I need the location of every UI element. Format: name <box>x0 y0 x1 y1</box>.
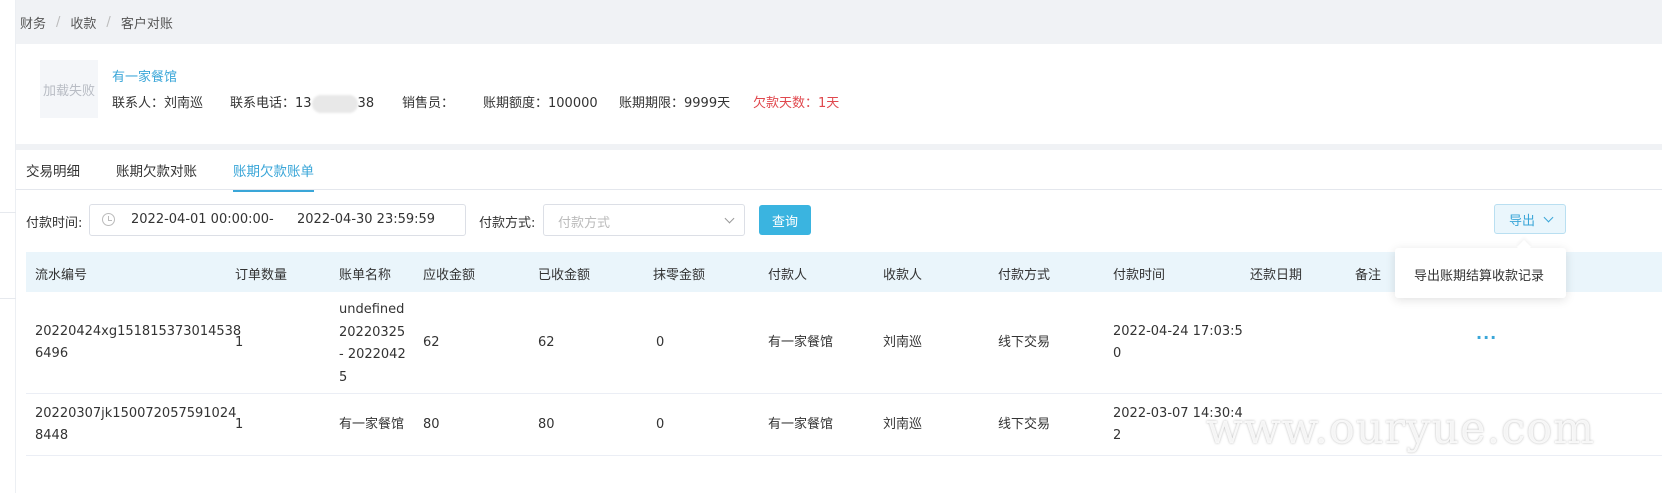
pay-time-label: 付款时间: <box>26 216 83 231</box>
left-sidebar-edge <box>0 0 16 493</box>
table-row: 20220424xg151815373014538 6496 1 undefin… <box>26 292 1662 394</box>
chevron-down-icon <box>1543 212 1554 223</box>
col-rounding: 抹零金额 <box>653 268 706 283</box>
export-button[interactable]: 导出 <box>1494 204 1566 234</box>
tab-credit-bill[interactable]: 账期欠款账单 <box>233 160 314 192</box>
cell-serial: 20220424xg151815373014538 6496 <box>35 324 242 361</box>
credit-limit: 账期额度：100000 <box>483 96 598 111</box>
customer-name-link[interactable]: 有一家餐馆 <box>112 66 177 85</box>
tab-transaction-details[interactable]: 交易明细 <box>26 160 80 190</box>
cell-pay-method: 线下交易 <box>998 417 1051 432</box>
col-pay-time: 付款时间 <box>1113 268 1166 283</box>
cell-payee: 刘南巡 <box>883 417 923 432</box>
cell-pay-method: 线下交易 <box>998 335 1051 350</box>
date-range-picker[interactable]: 2022-04-01 00:00:00 - 2022-04-30 23:59:5… <box>89 204 466 236</box>
tabs-bar: 交易明细 账期欠款对账 账期欠款账单 <box>16 150 1662 192</box>
export-credit-settlement-item[interactable]: 导出账期结算收款记录 <box>1414 265 1544 284</box>
cell-payer: 有一家餐馆 <box>768 335 834 350</box>
col-payer: 付款人 <box>768 268 808 283</box>
col-receivable: 应收金额 <box>423 268 476 283</box>
pay-method-label: 付款方式: <box>479 216 536 231</box>
date-end-input[interactable]: 2022-04-30 23:59:59 <box>297 212 435 227</box>
col-received: 已收金额 <box>538 268 591 283</box>
sidebar-divider <box>0 212 16 213</box>
pay-method-placeholder: 付款方式 <box>558 216 611 231</box>
contact-person: 联系人：刘南巡 <box>112 96 204 111</box>
date-start-input[interactable]: 2022-04-01 00:00:00 <box>131 212 269 227</box>
clock-icon <box>102 213 115 226</box>
export-dropdown-menu: 导出账期结算收款记录 <box>1395 248 1566 298</box>
chevron-down-icon <box>724 213 735 224</box>
salesperson: 销售员： <box>402 96 455 111</box>
cell-order-count: 1 <box>235 335 244 350</box>
col-payee: 收款人 <box>883 268 923 283</box>
cell-pay-time: 2022-04-24 17:03:5 0 <box>1113 324 1243 361</box>
sidebar-divider <box>0 298 16 299</box>
export-button-label: 导出 <box>1509 213 1536 229</box>
col-order-count: 订单数量 <box>235 268 288 283</box>
contact-phone: 联系电话：13 38 <box>230 94 375 113</box>
pay-method-select[interactable]: 付款方式 <box>543 204 745 236</box>
customer-info-card: 加载失败 有一家餐馆 联系人：刘南巡 联系电话：13 38 销售员： 账期额度：1… <box>16 44 1662 144</box>
cell-received: 80 <box>538 417 555 432</box>
col-serial: 流水编号 <box>35 268 88 283</box>
breadcrumb-item-customer-reconciliation: 客户对账 <box>120 16 173 32</box>
cell-rounding: 0 <box>656 417 665 432</box>
col-remark: 备注 <box>1355 268 1382 283</box>
breadcrumb-item-finance[interactable]: 财务 <box>20 13 46 32</box>
cell-bill-name: undefined 20220325 - 2022042 5 <box>339 302 406 385</box>
cell-bill-name: 有一家餐馆 <box>339 417 405 432</box>
customer-avatar: 加载失败 <box>40 60 98 118</box>
col-repay-date: 还款日期 <box>1250 268 1303 283</box>
cell-serial: 20220307jk150072057591024 8448 <box>35 406 237 443</box>
cell-receivable: 80 <box>423 417 440 432</box>
query-button[interactable]: 查询 <box>759 205 811 235</box>
cell-payer: 有一家餐馆 <box>768 417 834 432</box>
more-horizontal-icon[interactable]: ··· <box>1476 328 1497 347</box>
breadcrumb: 财务 / 收款 / 客户对账 <box>20 13 173 32</box>
cell-order-count: 1 <box>235 417 244 432</box>
phone-mask <box>311 94 358 113</box>
col-pay-method: 付款方式 <box>998 268 1051 283</box>
cell-receivable: 62 <box>423 335 440 350</box>
cell-received: 62 <box>538 335 555 350</box>
tab-credit-reconciliation[interactable]: 账期欠款对账 <box>116 160 197 190</box>
date-separator: - <box>269 212 274 227</box>
col-bill-name: 账单名称 <box>339 268 392 283</box>
breadcrumb-item-receipt[interactable]: 收款 <box>70 13 96 32</box>
cell-payee: 刘南巡 <box>883 335 923 350</box>
credit-term: 账期期限：9999天 <box>619 96 731 111</box>
cell-rounding: 0 <box>656 335 665 350</box>
watermark: www.ouryue.com <box>1206 404 1595 454</box>
overdue-days: 欠款天数：1天 <box>753 96 840 111</box>
